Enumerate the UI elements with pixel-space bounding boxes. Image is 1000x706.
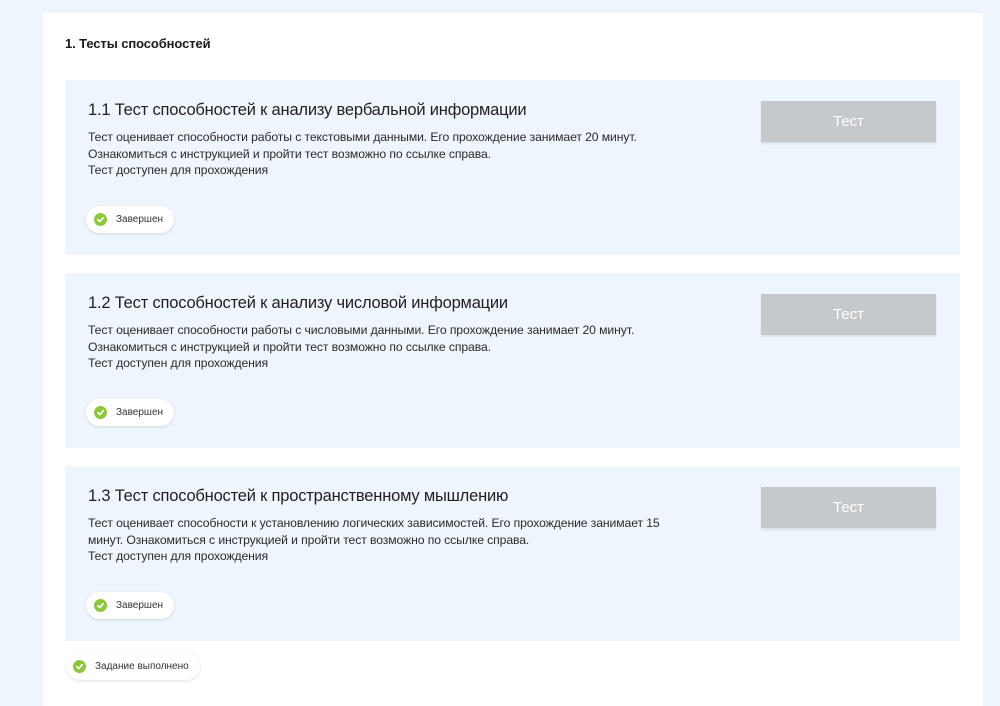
test-availability: Тест доступен для прохождения bbox=[88, 356, 268, 370]
status-label: Завершен bbox=[116, 600, 164, 611]
status-badge: Завершен bbox=[86, 206, 175, 233]
tests-card: 1. Тесты способностей 1.1 Тест способнос… bbox=[43, 13, 983, 706]
task-status-badge: Задание выполнено bbox=[66, 653, 200, 680]
status-badge: Завершен bbox=[86, 592, 175, 619]
test-availability: Тест доступен для прохождения bbox=[88, 549, 268, 563]
test-description-line: Тест оценивает способности к установлени… bbox=[88, 516, 660, 530]
test-description-line: Тест оценивает способности работы с текс… bbox=[88, 130, 637, 144]
check-circle-icon bbox=[94, 213, 107, 226]
start-test-button[interactable]: Тест bbox=[761, 487, 936, 528]
test-block-numeric: 1.2 Тест способностей к анализу числовой… bbox=[65, 273, 960, 448]
test-availability: Тест доступен для прохождения bbox=[88, 163, 268, 177]
check-circle-icon bbox=[94, 406, 107, 419]
status-label: Завершен bbox=[116, 407, 164, 418]
start-test-button[interactable]: Тест bbox=[761, 294, 936, 335]
test-description: Тест оценивает способности работы с текс… bbox=[88, 129, 748, 179]
test-description: Тест оценивает способности к установлени… bbox=[88, 515, 748, 565]
task-status-label: Задание выполнено bbox=[95, 661, 189, 672]
start-test-button[interactable]: Тест bbox=[761, 101, 936, 142]
section-title: 1. Тесты способностей bbox=[65, 36, 211, 51]
test-description-line: Ознакомиться с инструкцией и пройти тест… bbox=[88, 339, 491, 354]
check-circle-icon bbox=[94, 599, 107, 612]
status-badge: Завершен bbox=[86, 399, 175, 426]
test-description-line: Тест оценивает способности работы с числ… bbox=[88, 323, 635, 337]
status-label: Завершен bbox=[116, 214, 164, 225]
test-title: 1.2 Тест способностей к анализу числовой… bbox=[88, 294, 508, 312]
test-description: Тест оценивает способности работы с числ… bbox=[88, 322, 748, 372]
test-description-line: минут. Ознакомиться с инструкцией и прой… bbox=[88, 532, 530, 547]
test-block-spatial: 1.3 Тест способностей к пространственном… bbox=[65, 466, 960, 641]
test-block-verbal: 1.1 Тест способностей к анализу вербальн… bbox=[65, 80, 960, 255]
test-title: 1.3 Тест способностей к пространственном… bbox=[88, 487, 509, 505]
test-title: 1.1 Тест способностей к анализу вербальн… bbox=[88, 101, 527, 119]
check-circle-icon bbox=[73, 660, 86, 673]
test-description-line: Ознакомиться с инструкцией и пройти тест… bbox=[88, 146, 491, 161]
